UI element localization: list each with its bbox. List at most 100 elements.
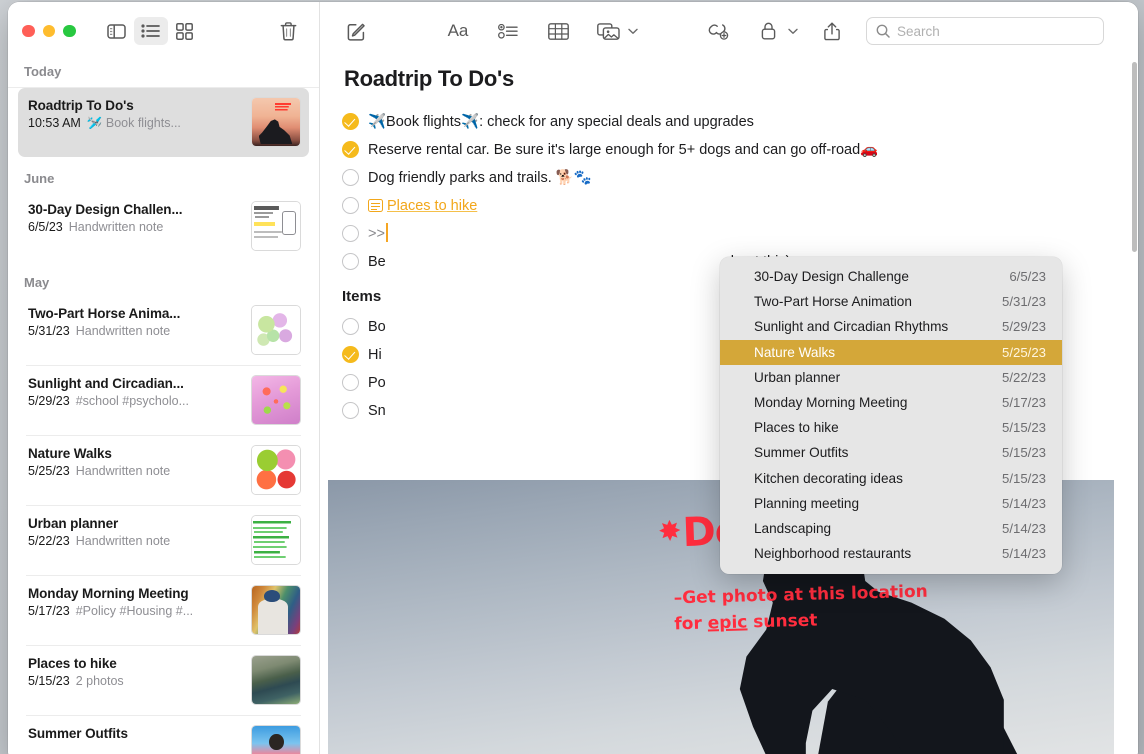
note-list-item-title: Places to hike xyxy=(28,656,241,671)
note-list-item-meta: 10:53 AM🛩️ Book flights... xyxy=(28,116,241,131)
minimize-window-button[interactable] xyxy=(43,25,56,38)
editor-scrollbar[interactable] xyxy=(1132,62,1137,252)
suggestion-date: 5/25/23 xyxy=(1002,345,1046,360)
suggestion-row[interactable]: Neighborhood restaurants5/14/23 xyxy=(720,541,1062,566)
format-text-icon[interactable]: Aa xyxy=(440,16,476,46)
checklist-item[interactable]: >> xyxy=(342,220,1138,248)
checkbox-unchecked-icon[interactable] xyxy=(342,374,359,391)
suggestion-row[interactable]: Summer Outfits5/15/23 xyxy=(720,440,1062,465)
note-list-item-preview: Handwritten note xyxy=(76,324,171,338)
note-list-item-thumbnail xyxy=(251,97,301,147)
gallery-view-icon[interactable] xyxy=(168,17,202,45)
lock-icon[interactable] xyxy=(750,16,786,46)
note-list-item-date: 5/17/23 xyxy=(28,604,70,618)
note-list-item[interactable]: Summer Outfits xyxy=(18,716,309,754)
note-list-item[interactable]: Sunlight and Circadian...5/29/23#school … xyxy=(18,366,309,435)
suggestion-row[interactable]: Planning meeting 5/14/23 xyxy=(720,491,1062,516)
note-list-item[interactable]: Two-Part Horse Anima...5/31/23Handwritte… xyxy=(18,296,309,365)
sidebar-section-header: May xyxy=(8,261,319,296)
checkbox-checked-icon[interactable] xyxy=(342,113,359,130)
annotation-line3-underlined: epic xyxy=(707,613,747,634)
close-window-button[interactable] xyxy=(22,25,35,38)
note-list-item-thumbnail xyxy=(251,585,301,635)
media-icon[interactable] xyxy=(590,16,626,46)
collaborate-icon[interactable] xyxy=(700,16,736,46)
suggestion-title: Urban planner xyxy=(754,370,840,385)
note-list-item[interactable]: 30-Day Design Challen...6/5/23Handwritte… xyxy=(18,192,309,261)
suggestion-title: Planning meeting xyxy=(754,496,859,511)
compose-note-icon[interactable] xyxy=(338,16,374,46)
editor-toolbar: Aa xyxy=(320,2,1138,60)
checklist-item-text: Dog friendly parks and trails. 🐕🐾 xyxy=(368,166,1138,190)
note-list-item-date: 10:53 AM xyxy=(28,116,81,130)
suggestion-title: Monday Morning Meeting xyxy=(754,395,907,410)
suggestion-row[interactable]: Landscaping5/14/23 xyxy=(720,516,1062,541)
suggestion-row[interactable]: Monday Morning Meeting5/17/23 xyxy=(720,390,1062,415)
search-field[interactable] xyxy=(866,17,1104,45)
note-link[interactable]: Places to hike xyxy=(387,198,477,214)
note-list-item-meta: 5/15/23 2 photos xyxy=(28,674,241,688)
suggestion-row[interactable]: 30-Day Design Challenge6/5/23 xyxy=(720,264,1062,289)
checkbox-checked-icon[interactable] xyxy=(342,141,359,158)
suggestion-row[interactable]: Two-Part Horse Animation5/31/23 xyxy=(720,289,1062,314)
checklist-item[interactable]: Reserve rental car. Be sure it's large e… xyxy=(342,136,1138,164)
delete-note-icon[interactable] xyxy=(271,17,305,45)
note-list-item[interactable]: Urban planner5/22/23Handwritten note xyxy=(18,506,309,575)
checklist-item[interactable]: Dog friendly parks and trails. 🐕🐾 xyxy=(342,164,1138,192)
note-list-item-title: Monday Morning Meeting xyxy=(28,586,241,601)
note-list-item[interactable]: Roadtrip To Do's10:53 AM🛩️ Book flights.… xyxy=(18,88,309,157)
notes-list[interactable]: TodayRoadtrip To Do's10:53 AM🛩️ Book fli… xyxy=(8,60,319,754)
checkbox-unchecked-icon[interactable] xyxy=(342,402,359,419)
checkbox-unchecked-icon[interactable] xyxy=(342,253,359,270)
checklist-item-text: Reserve rental car. Be sure it's large e… xyxy=(368,138,1138,162)
note-list-item-date: 5/15/23 xyxy=(28,674,70,688)
note-list-item-title: Summer Outfits xyxy=(28,726,241,741)
note-list-item-thumbnail xyxy=(251,375,301,425)
note-list-item-meta: 5/17/23#Policy #Housing #... xyxy=(28,604,241,618)
suggestion-row[interactable]: Places to hike5/15/23 xyxy=(720,415,1062,440)
suggestion-date: 6/5/23 xyxy=(1009,269,1046,284)
checkbox-unchecked-icon[interactable] xyxy=(342,225,359,242)
sidebar-toggle-icon[interactable] xyxy=(100,17,134,45)
sidebar-section-header: June xyxy=(8,157,319,192)
suggestion-row[interactable]: Sunlight and Circadian Rhythms5/29/23 xyxy=(720,314,1062,339)
suggestion-date: 5/14/23 xyxy=(1002,496,1046,511)
suggestion-row[interactable]: Kitchen decorating ideas 5/15/23 xyxy=(720,466,1062,491)
annotation-line3b: sunset xyxy=(747,611,818,633)
checklist-icon[interactable] xyxy=(490,16,526,46)
checklist-item-text: ✈️Book flights✈️: check for any special … xyxy=(368,110,1138,134)
note-list-item-thumbnail xyxy=(251,725,301,754)
note-list-item-thumbnail xyxy=(251,515,301,565)
list-view-icon[interactable] xyxy=(134,17,168,45)
note-link-suggestion-popup[interactable]: 30-Day Design Challenge6/5/23Two-Part Ho… xyxy=(720,257,1062,574)
note-list-item-preview: 2 photos xyxy=(76,674,124,688)
table-icon[interactable] xyxy=(540,16,576,46)
suggestion-row[interactable]: Nature Walks5/25/23 xyxy=(720,340,1062,365)
suggestion-date: 5/31/23 xyxy=(1002,294,1046,309)
note-list-item[interactable]: Places to hike 5/15/23 2 photos xyxy=(18,646,309,715)
note-checklist[interactable]: ✈️Book flights✈️: check for any special … xyxy=(320,92,1138,276)
checkbox-unchecked-icon[interactable] xyxy=(342,318,359,335)
note-list-item[interactable]: Nature Walks5/25/23Handwritten note xyxy=(18,436,309,505)
media-chevron-down-icon[interactable] xyxy=(626,28,640,35)
suggestion-title: Kitchen decorating ideas xyxy=(754,471,903,486)
suggestion-date: 5/15/23 xyxy=(1002,471,1046,486)
checkbox-unchecked-icon[interactable] xyxy=(342,169,359,186)
note-list-item-meta: 5/22/23Handwritten note xyxy=(28,534,241,548)
lock-chevron-down-icon[interactable] xyxy=(786,28,800,35)
checklist-item[interactable]: ✈️Book flights✈️: check for any special … xyxy=(342,108,1138,136)
checklist-item[interactable]: Places to hike xyxy=(342,192,1138,220)
suggestion-date: 5/14/23 xyxy=(1002,546,1046,561)
search-icon xyxy=(876,24,890,38)
checkbox-checked-icon[interactable] xyxy=(342,346,359,363)
note-list-item[interactable]: Monday Morning Meeting 5/17/23#Policy #Ho… xyxy=(18,576,309,645)
maximize-window-button[interactable] xyxy=(63,25,76,38)
sidebar-toolbar xyxy=(8,2,319,60)
suggestion-row[interactable]: Urban planner5/22/23 xyxy=(720,365,1062,390)
format-label: Aa xyxy=(448,21,469,41)
search-input[interactable] xyxy=(897,24,1094,39)
share-icon[interactable] xyxy=(814,16,850,46)
checkbox-unchecked-icon[interactable] xyxy=(342,197,359,214)
note-list-item-title: Two-Part Horse Anima... xyxy=(28,306,241,321)
notes-window: TodayRoadtrip To Do's10:53 AM🛩️ Book fli… xyxy=(8,2,1138,754)
